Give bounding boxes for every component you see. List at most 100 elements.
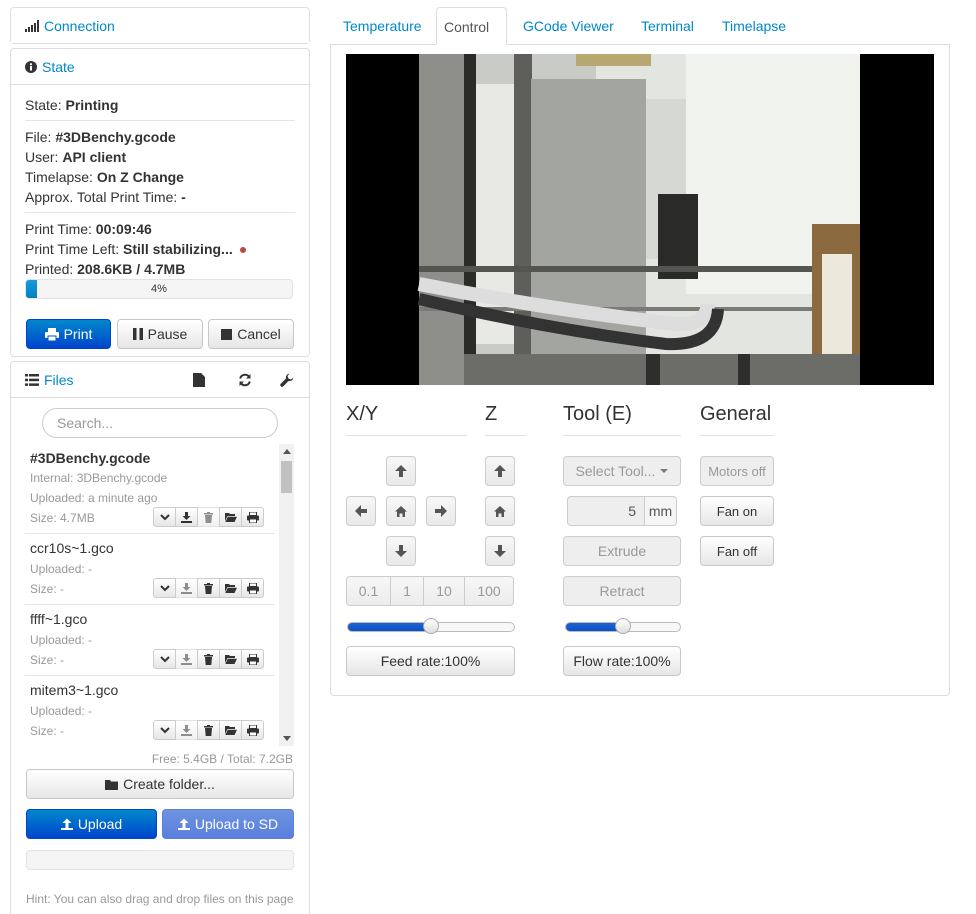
download-button[interactable]: [175, 578, 198, 598]
download-icon: [181, 653, 192, 665]
scroll-up-icon[interactable]: [283, 449, 291, 454]
printer-icon: [246, 653, 259, 665]
wrench-icon[interactable]: [280, 373, 294, 387]
jog-x-plus-button[interactable]: [426, 496, 456, 526]
arrow-right-icon: [435, 505, 447, 517]
pause-button[interactable]: Pause: [117, 319, 203, 349]
expand-button[interactable]: [153, 720, 176, 740]
file-icon[interactable]: [193, 373, 205, 387]
expand-button[interactable]: [153, 507, 176, 527]
home-icon: [494, 505, 506, 517]
fan-on-button[interactable]: Fan on: [700, 496, 774, 526]
extrude-button[interactable]: Extrude: [563, 536, 681, 566]
upload-button[interactable]: Upload: [26, 809, 157, 839]
state-header[interactable]: State: [11, 49, 309, 85]
jog-y-plus-button[interactable]: [386, 456, 416, 486]
flow-rate-slider[interactable]: [565, 618, 681, 634]
trash-icon: [204, 724, 213, 736]
step-100-button[interactable]: 100: [464, 576, 514, 606]
step-1-button[interactable]: 1: [390, 576, 424, 606]
load-button[interactable]: [219, 649, 242, 669]
delete-button[interactable]: [197, 578, 220, 598]
step-10-button[interactable]: 10: [423, 576, 465, 606]
general-title: General: [700, 403, 772, 425]
tab-control[interactable]: Control: [436, 7, 507, 45]
file-size: Size: -: [30, 653, 65, 667]
z-title: Z: [485, 403, 498, 425]
upload-icon: [177, 818, 190, 830]
jog-x-minus-button[interactable]: [346, 496, 376, 526]
list-icon: [25, 374, 39, 386]
file-item[interactable]: #3DBenchy.gcode Internal: 3DBenchy.gcode…: [25, 444, 275, 534]
file-list-scrollbar[interactable]: [279, 444, 294, 746]
folder-open-icon: [224, 655, 237, 664]
download-button[interactable]: [175, 720, 198, 740]
step-0-1-button[interactable]: 0.1: [346, 576, 391, 606]
retract-button[interactable]: Retract: [563, 576, 681, 606]
tab-timelapse[interactable]: Timelapse: [715, 7, 793, 45]
download-button[interactable]: [175, 649, 198, 669]
load-button[interactable]: [219, 578, 242, 598]
jog-y-minus-button[interactable]: [386, 536, 416, 566]
tab-gcode-viewer[interactable]: GCode Viewer: [516, 7, 621, 45]
create-folder-button[interactable]: Create folder...: [26, 769, 294, 799]
upload-sd-button[interactable]: Upload to SD: [162, 809, 294, 839]
file-size: Size: 4.7MB: [30, 511, 95, 525]
jog-z-minus-button[interactable]: [485, 536, 515, 566]
tab-temperature[interactable]: Temperature: [336, 7, 429, 45]
flow-rate-handle[interactable]: [615, 618, 631, 634]
folder-open-icon: [224, 584, 237, 593]
storage-info: Free: 5.4GB / Total: 7.2GB: [151, 752, 293, 766]
extrude-amount-input[interactable]: 5: [567, 496, 645, 526]
jog-z-plus-button[interactable]: [485, 456, 515, 486]
print-button[interactable]: Print: [26, 319, 111, 349]
arrow-down-icon: [494, 545, 506, 557]
feed-rate-slider[interactable]: [347, 618, 515, 634]
connection-header[interactable]: Connection: [11, 8, 309, 43]
file-uploaded: Uploaded: -: [30, 704, 93, 718]
motors-off-button[interactable]: Motors off: [700, 456, 774, 486]
expand-button[interactable]: [153, 649, 176, 669]
file-item[interactable]: ccr10s~1.gco Uploaded: - Size: -: [25, 534, 275, 605]
home-xy-button[interactable]: [386, 496, 416, 526]
load-print-button[interactable]: [241, 720, 264, 740]
chevron-down-icon: [159, 513, 170, 520]
download-button[interactable]: [175, 507, 198, 527]
tab-terminal[interactable]: Terminal: [634, 7, 701, 45]
load-print-button[interactable]: [241, 507, 264, 527]
download-icon: [181, 582, 192, 594]
refresh-icon[interactable]: [238, 373, 252, 387]
home-z-button[interactable]: [485, 496, 515, 526]
file-item[interactable]: ffff~1.gco Uploaded: - Size: -: [25, 605, 275, 676]
load-button[interactable]: [219, 507, 242, 527]
stop-icon: [221, 328, 233, 340]
fan-off-button[interactable]: Fan off: [700, 536, 774, 566]
file-item[interactable]: mitem3~1.gco Uploaded: - Size: -: [25, 676, 275, 746]
load-print-button[interactable]: [241, 578, 264, 598]
delete-button[interactable]: [197, 507, 220, 527]
scroll-down-icon[interactable]: [283, 736, 291, 741]
printer-icon: [246, 582, 259, 594]
feed-rate-handle[interactable]: [423, 618, 439, 634]
load-button[interactable]: [219, 720, 242, 740]
file-size: Size: -: [30, 724, 65, 738]
scrollbar-thumb[interactable]: [281, 461, 292, 493]
file-uploaded: Uploaded: -: [30, 633, 93, 647]
flow-rate-button[interactable]: Flow rate:100%: [563, 646, 681, 676]
select-tool-dropdown[interactable]: Select Tool...: [563, 456, 681, 486]
expand-button[interactable]: [153, 578, 176, 598]
time-left-value: Still stabilizing...: [123, 241, 233, 257]
delete-button[interactable]: [197, 649, 220, 669]
feed-rate-button[interactable]: Feed rate:100%: [346, 646, 515, 676]
cancel-button[interactable]: Cancel: [208, 319, 294, 349]
file-search-input[interactable]: [42, 408, 278, 438]
files-header[interactable]: Files: [11, 362, 309, 398]
delete-button[interactable]: [197, 720, 220, 740]
file-line: File: #3DBenchy.gcode: [25, 129, 176, 145]
printed-line: Printed: 208.6KB / 4.7MB: [25, 261, 186, 277]
load-print-button[interactable]: [241, 649, 264, 669]
file-name: ccr10s~1.gco: [30, 540, 114, 556]
state-line: State: Printing: [25, 97, 119, 113]
trash-icon: [204, 511, 213, 523]
caret-down-icon: [660, 469, 669, 473]
